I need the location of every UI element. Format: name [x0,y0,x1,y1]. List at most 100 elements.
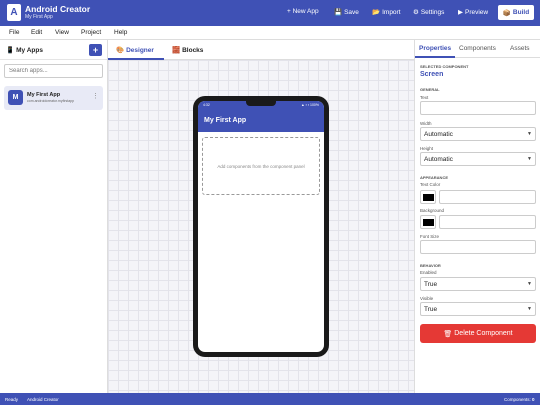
height-select-value: Automatic [424,155,453,163]
save-label: Save [344,8,359,16]
text-color-label: Text Color [420,182,441,187]
background-label: Background [420,208,445,213]
selected-component-heading: SELECTED COMPONENT [420,64,469,69]
trash-icon: 🗑 [443,330,453,338]
bricks-icon: 🧱 [172,47,181,54]
apps-panel: 📱 My Apps + M My First App com.androidcr… [0,40,108,393]
enabled-label: Enabled [420,270,437,275]
height-select[interactable]: Automatic ▼ [420,152,536,166]
play-icon: ▶ [458,9,463,16]
visible-select[interactable]: True ▼ [420,302,536,316]
drop-zone-hint: Add components from the component panel [217,163,305,169]
new-app-button[interactable]: + New App [287,8,319,15]
app-item-package: com.androidcreator.myfirstapp [27,99,75,103]
status-bar: Ready Android Creator Components: 0 [0,393,540,405]
gear-icon: ⚙ [413,9,419,16]
editor-tabs: 🎨 Designer 🧱 Blocks [108,40,414,60]
font-size-input[interactable] [420,240,536,254]
width-select[interactable]: Automatic ▼ [420,127,536,141]
tab-assets[interactable]: Assets [510,45,530,52]
chevron-down-icon: ▼ [527,131,532,137]
current-project-name: My First App [25,14,53,20]
text-color-row [420,190,536,204]
app-list-item[interactable]: M My First App com.androidcreator.myfirs… [4,86,103,110]
status-icons: ▲ ▪ ▪ 100% [301,103,319,107]
tab-blocks-label: Blocks [182,46,204,54]
phone-icon: 📱 [6,47,15,54]
tab-properties[interactable]: Properties [419,45,451,52]
background-color-swatch[interactable] [420,215,436,229]
text-field[interactable] [420,101,536,115]
visible-select-value: True [424,305,438,313]
text-color-swatch-fill [423,194,434,201]
app-header: A Android Creator My First App + New App… [0,0,540,26]
appearance-section-heading: APPEARANCE [420,175,449,180]
tab-designer-label: Designer [126,46,154,54]
status-text: Ready [5,397,19,402]
delete-component-button[interactable]: 🗑 Delete Component [420,324,536,343]
app-title: Android Creator [25,4,91,14]
status-time: 4:32 [203,103,210,107]
width-select-value: Automatic [424,130,453,138]
text-color-input[interactable] [439,190,536,204]
visible-label: Visible [420,296,434,301]
apps-panel-title: 📱 My Apps [6,46,43,55]
phone-app-bar[interactable]: My First App [198,109,324,132]
chevron-down-icon: ▼ [527,281,532,287]
component-count-label: Components: [504,397,531,402]
component-drop-zone[interactable]: Add components from the component panel [202,137,320,195]
text-field-label: Text [420,95,429,100]
apps-panel-title-text: My Apps [16,46,43,54]
apps-panel-header: 📱 My Apps + [0,40,107,60]
app-logo: A [7,4,21,21]
search-apps-input[interactable] [4,64,103,78]
settings-button[interactable]: ⚙ Settings [413,8,445,17]
chevron-down-icon: ▼ [527,306,532,312]
more-vertical-icon[interactable]: ⋮ [92,92,99,100]
phone-notch [246,101,276,106]
active-tab-indicator [108,58,164,60]
preview-button[interactable]: ▶ Preview [458,8,488,17]
menu-bar: File Edit View Project Help [0,26,540,40]
component-count: Components: 0 [504,397,535,402]
background-color-input[interactable] [439,215,536,229]
phone-frame: 4:32 ▲ ▪ ▪ 100% My First App Add compone… [193,96,329,357]
component-count-value: 0 [532,397,535,402]
import-button[interactable]: 📂 Import [372,8,401,17]
behavior-section-heading: BEHAVIOR [420,263,441,268]
chevron-down-icon: ▼ [527,156,532,162]
build-button[interactable]: 📦 Build [498,5,534,20]
properties-panel: Properties Components Assets SELECTED CO… [414,40,540,393]
palette-icon: 🎨 [116,47,125,54]
menu-view[interactable]: View [55,29,69,36]
floppy-disk-icon: 💾 [334,9,343,16]
package-icon: 📦 [502,9,511,17]
folder-icon: 📂 [372,9,381,16]
selected-component-name: Screen [420,71,444,78]
enabled-select[interactable]: True ▼ [420,277,536,291]
new-app-label: + New App [287,8,319,15]
phone-app-bar-title: My First App [204,117,247,124]
background-color-row [420,215,536,229]
menu-project[interactable]: Project [81,29,101,36]
tab-designer[interactable]: 🎨 Designer [116,46,154,55]
enabled-select-value: True [424,280,438,288]
menu-file[interactable]: File [9,29,19,36]
settings-label: Settings [420,8,445,16]
font-size-label: Font Size [420,234,440,239]
tab-blocks[interactable]: 🧱 Blocks [172,46,204,55]
width-field-label: Width [420,121,432,126]
delete-component-label: Delete Component [454,330,513,337]
app-avatar: M [8,90,23,105]
import-label: Import [382,8,401,16]
text-color-swatch[interactable] [420,190,436,204]
build-label: Build [512,9,530,16]
save-button[interactable]: 💾 Save [334,8,359,17]
app-item-name: My First App [27,92,61,98]
add-app-button[interactable]: + [89,44,102,56]
menu-help[interactable]: Help [114,29,127,36]
height-field-label: Height [420,146,434,151]
phone-screen[interactable]: 4:32 ▲ ▪ ▪ 100% My First App Add compone… [198,101,324,352]
menu-edit[interactable]: Edit [31,29,42,36]
tab-components[interactable]: Components [459,45,496,52]
